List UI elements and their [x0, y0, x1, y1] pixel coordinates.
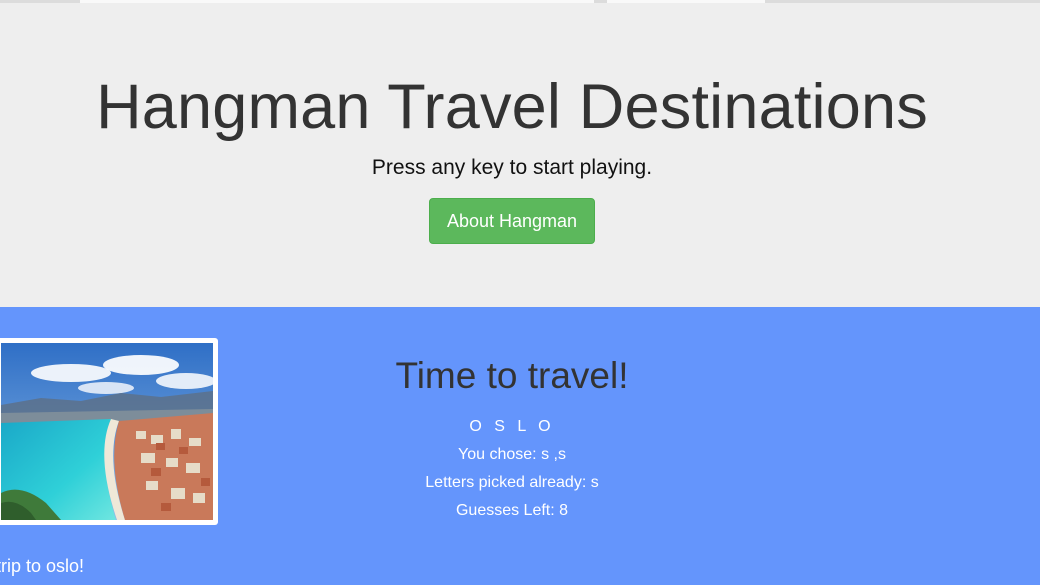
about-hangman-button[interactable]: About Hangman: [429, 198, 595, 244]
trip-message: trip to oslo!: [0, 556, 85, 576]
page-title: Hangman Travel Destinations: [96, 72, 928, 142]
chosen-letters: You chose: s ,s: [458, 446, 566, 463]
game-heading: Time to travel!: [395, 355, 629, 396]
guesses-left: Guesses Left: 8: [455, 502, 569, 519]
start-instructions: Press any key to start playing.: [371, 156, 653, 179]
jumbotron: Hangman Travel Destinations Press any ke…: [0, 3, 1040, 307]
game-area: Time to travel! O S L O You chose: s ,s …: [0, 307, 1040, 585]
letters-picked: Letters picked already: s: [425, 474, 599, 491]
word-display: O S L O: [469, 418, 555, 435]
